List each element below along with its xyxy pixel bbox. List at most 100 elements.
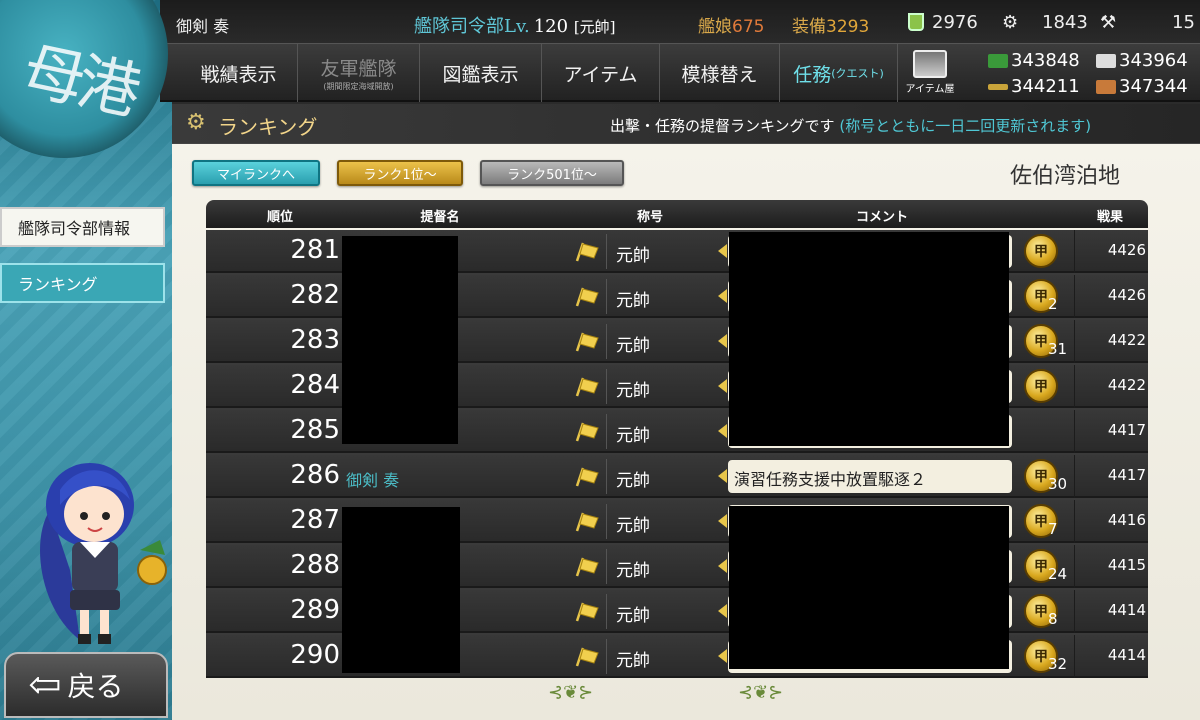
column-divider	[1074, 365, 1075, 408]
column-divider	[1074, 455, 1075, 498]
back-button[interactable]: ⇦ 戻る	[4, 652, 168, 718]
column-divider	[1074, 545, 1075, 588]
status-bar: 御剣 奏 艦隊司令部Lv. 120 [元帥] 艦娘675 装備3293 2976 …	[160, 0, 1200, 44]
ornament-left-icon: ⊰❦⊱	[548, 682, 594, 703]
column-divider	[606, 549, 607, 584]
bucket-icon	[908, 13, 924, 31]
score-value: 4422	[1107, 331, 1146, 349]
column-divider	[606, 369, 607, 404]
rank-title: 元帥	[616, 606, 650, 626]
header-admiral-name: 提督名	[420, 210, 460, 225]
nav-furniture[interactable]: 模様替え	[660, 44, 780, 102]
medal-count: 30	[1048, 475, 1068, 493]
column-divider	[606, 324, 607, 359]
column-divider	[606, 414, 607, 449]
medal-icon: 甲	[1024, 369, 1058, 403]
comment-pointer-icon	[718, 289, 727, 303]
score-value: 4414	[1107, 601, 1146, 619]
header-score: 戦果	[1096, 210, 1124, 225]
rank-number: 286	[290, 460, 340, 490]
redacted-comments-block-2	[729, 506, 1009, 669]
back-arrow-icon: ⇦	[28, 662, 62, 708]
secretary-ship-avatar	[40, 463, 167, 644]
hq-level: 艦隊司令部Lv. 120 [元帥]	[414, 16, 616, 37]
rank-title: 元帥	[616, 471, 650, 491]
player-name: 御剣 奏	[176, 17, 230, 36]
ammo-icon	[988, 84, 1008, 90]
column-divider	[1074, 320, 1075, 363]
port-emblem-text: 母港	[16, 33, 142, 128]
rank-flag-icon	[575, 287, 599, 307]
shipgirl-count: 艦娘675	[698, 17, 765, 37]
rank-number: 283	[290, 325, 340, 355]
column-divider	[1074, 635, 1075, 678]
header-comment: コメント	[855, 210, 909, 225]
nav-battle-record[interactable]: 戦績表示	[180, 44, 298, 102]
tab-rank-501[interactable]: ランク501位～	[480, 160, 624, 186]
rank-title: 元帥	[616, 381, 650, 401]
medal-icon: 甲	[1024, 234, 1058, 268]
nav-encyclopedia[interactable]: 図鑑表示	[420, 44, 542, 102]
score-value: 4422	[1107, 376, 1146, 394]
tab-my-rank[interactable]: マイランクへ	[192, 160, 320, 186]
item-shop-button[interactable]: アイテム屋	[902, 48, 958, 98]
redacted-names-block-2	[342, 507, 460, 673]
rank-flag-icon	[575, 512, 599, 532]
screw-icon: ⚙	[1002, 12, 1019, 33]
comment-pointer-icon	[718, 244, 727, 258]
comment-pointer-icon	[718, 514, 727, 528]
hammer-icon: ⚒	[1100, 12, 1117, 33]
rank-number: 285	[290, 415, 340, 445]
main-nav: 戦績表示 友軍艦隊 (期間限定海域開放) 図鑑表示 アイテム 模様替え 任務 (クエ…	[160, 44, 1200, 102]
sidebar-item-ranking[interactable]: ランキング	[0, 263, 165, 303]
medal-count: 2	[1048, 295, 1058, 313]
page-subtitle: 出撃・任務の提督ランキングです (称号とともに一日二回更新されます)	[610, 117, 1092, 135]
column-divider	[606, 459, 607, 494]
rank-number: 281	[290, 235, 340, 265]
equipment-count: 装備3293	[792, 17, 870, 37]
rank-flag-icon	[575, 377, 599, 397]
rank-title: 元帥	[616, 651, 650, 671]
bauxite-icon	[1096, 80, 1116, 94]
score-value: 4416	[1107, 511, 1146, 529]
column-divider	[606, 504, 607, 539]
rank-flag-icon	[575, 557, 599, 577]
column-divider	[1074, 230, 1075, 273]
rank-number: 287	[290, 505, 340, 535]
rank-flag-icon	[575, 332, 599, 352]
steel-amount: 343964	[1096, 50, 1188, 71]
tab-rank-1[interactable]: ランク1位～	[337, 160, 463, 186]
header-rank: 順位	[266, 210, 294, 225]
header-title: 称号	[636, 210, 664, 225]
nav-items[interactable]: アイテム	[542, 44, 660, 102]
comment-pointer-icon	[718, 469, 727, 483]
score-value: 4415	[1107, 556, 1146, 574]
page-title: ランキング	[218, 115, 318, 139]
rank-title: 元帥	[616, 426, 650, 446]
comment-pointer-icon	[718, 649, 727, 663]
nav-quests[interactable]: 任務 (クエスト)	[780, 44, 898, 102]
rank-flag-icon	[575, 602, 599, 622]
medal-count: 31	[1048, 340, 1068, 358]
rank-number: 284	[290, 370, 340, 400]
page-titlebar: ⚙ ランキング 出撃・任務の提督ランキングです (称号とともに一日二回更新されま…	[172, 104, 1200, 144]
materials-panel: 343848 343964 344211 347344	[988, 48, 1200, 98]
score-value: 4417	[1107, 421, 1146, 439]
rank-flag-icon	[575, 422, 599, 442]
score-value: 4426	[1107, 286, 1146, 304]
steel-icon	[1096, 54, 1116, 68]
rank-title: 元帥	[616, 516, 650, 536]
rank-title: 元帥	[616, 336, 650, 356]
column-divider	[1074, 275, 1075, 318]
fuel-amount: 343848	[988, 50, 1080, 71]
rank-title: 元帥	[616, 561, 650, 581]
nav-friend-fleet: 友軍艦隊 (期間限定海域開放)	[298, 44, 420, 102]
sidebar-item-hq-info[interactable]: 艦隊司令部情報	[0, 207, 165, 247]
score-value: 4417	[1107, 466, 1146, 484]
column-divider	[1074, 590, 1075, 633]
medal-count: 7	[1048, 520, 1058, 538]
rank-number: 290	[290, 640, 340, 670]
score-value: 4426	[1107, 241, 1146, 259]
rank-flag-icon	[575, 467, 599, 487]
comment-pointer-icon	[718, 559, 727, 573]
